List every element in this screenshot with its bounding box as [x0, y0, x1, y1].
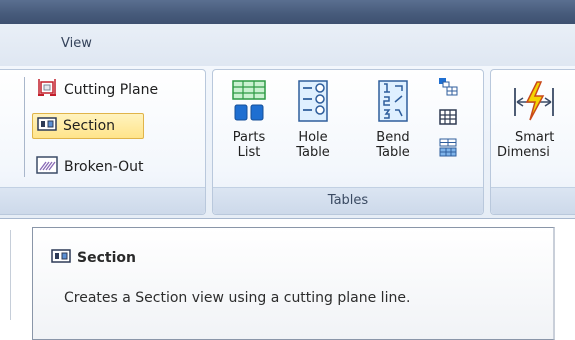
bend-table-label-2: Table [376, 145, 410, 160]
broken-out-label: Broken-Out [64, 159, 144, 175]
hole-table-label-1: Hole [298, 130, 328, 145]
smart-dimension-label-1: Smart [515, 130, 555, 145]
section-label: Section [63, 118, 116, 134]
revision-table-icon[interactable] [435, 136, 461, 166]
section-view-icon [37, 115, 57, 137]
tooltip-description: Creates a Section view using a cutting p… [64, 290, 411, 306]
group-separator [24, 77, 25, 177]
smart-dimension-icon [497, 78, 575, 130]
background-divider [10, 230, 11, 320]
group-footer-view [0, 187, 205, 214]
parts-list-icon [229, 80, 269, 130]
section-view-icon [51, 247, 71, 269]
general-table-icon[interactable] [435, 76, 461, 106]
smart-dimension-button[interactable]: Smart Dimensi [494, 78, 575, 160]
bend-table-label-1: Bend [376, 130, 410, 145]
parts-list-button[interactable]: Parts List [225, 78, 273, 160]
bend-table-button[interactable]: Bend Table [369, 78, 417, 160]
smart-dimension-label-2: Dimensi [497, 145, 550, 160]
table-tools-column [435, 76, 461, 166]
group-footer-tables: Tables [213, 187, 483, 214]
hole-table-icon [293, 80, 333, 130]
ribbon-panel: Cutting Plane Section Broken-Out Tables [0, 66, 575, 219]
hole-table-label-2: Table [296, 145, 330, 160]
tooltip-title: Section [77, 250, 136, 266]
grid-table-icon[interactable] [435, 106, 461, 136]
parts-list-label-1: Parts [232, 130, 266, 145]
section-tooltip: Section Creates a Section view using a c… [32, 227, 555, 340]
tab-view[interactable]: View [61, 36, 92, 51]
hole-table-button[interactable]: Hole Table [289, 78, 337, 160]
group-footer-dimension [491, 187, 575, 214]
cutting-plane-label: Cutting Plane [64, 82, 159, 98]
title-bar [0, 0, 575, 24]
tooltip-title-row: Section [51, 247, 136, 269]
cutting-plane-button[interactable]: Cutting Plane [32, 77, 162, 103]
broken-out-button[interactable]: Broken-Out [32, 154, 148, 180]
section-button[interactable]: Section [32, 113, 144, 139]
parts-list-label-2: List [237, 145, 261, 160]
ribbon-tab-row: View [0, 24, 575, 67]
cutting-plane-icon [36, 77, 58, 103]
broken-out-icon [36, 155, 58, 179]
bend-table-icon [373, 80, 413, 130]
